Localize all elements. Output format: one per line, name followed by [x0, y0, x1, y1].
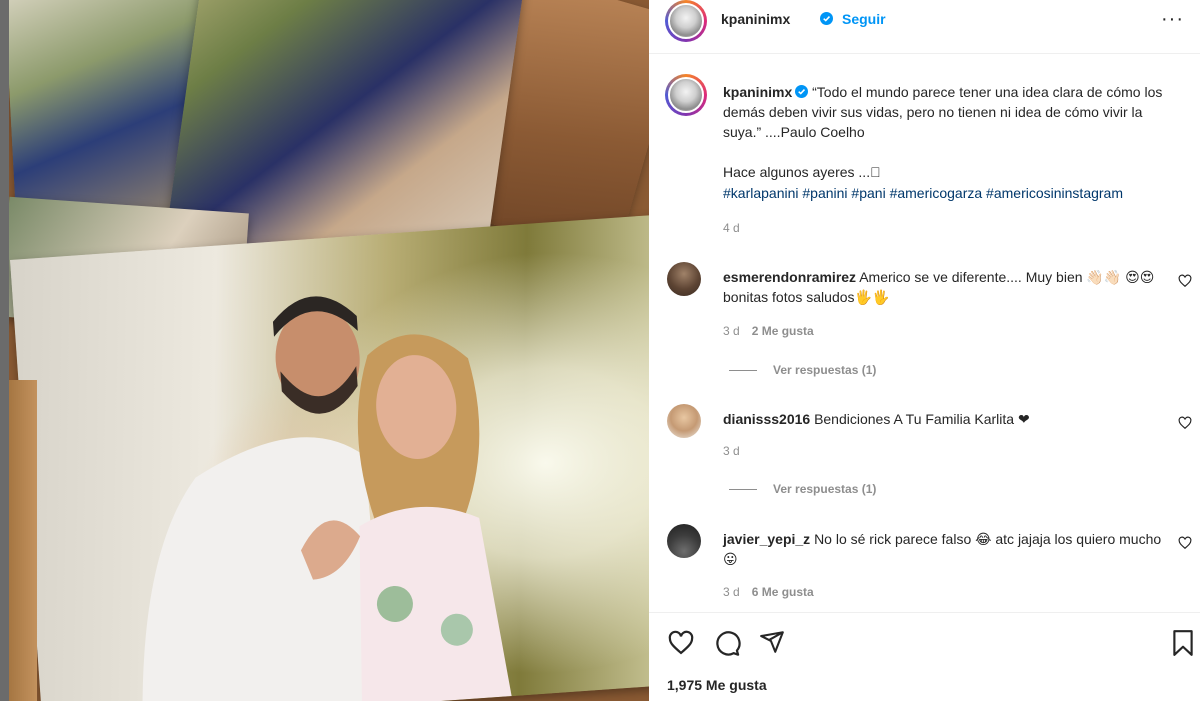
comment-meta: 3 d [723, 444, 740, 458]
post-side-panel: kpaninimx Seguir ··· kpaninimx “Todo el … [649, 0, 1200, 701]
bookmark-icon[interactable] [1171, 629, 1195, 657]
commenter-username[interactable]: esmerendonramirez [723, 269, 856, 285]
caption-second-line: Hace algunos ayeres ...⃣ [723, 164, 881, 180]
author-avatar[interactable] [665, 0, 707, 42]
comment-like-heart-icon[interactable] [1178, 274, 1192, 288]
comment-body: esmerendonramirez Americo se ve diferent… [723, 267, 1163, 307]
share-icon[interactable] [759, 629, 785, 655]
caption-username[interactable]: kpaninimx [723, 84, 792, 100]
comment-like-heart-icon[interactable] [1178, 536, 1192, 550]
comment-text: Bendiciones A Tu Familia Karlita ❤ [814, 411, 1030, 427]
caption-text-block: kpaninimx “Todo el mundo parece tener un… [723, 82, 1183, 142]
heart-icon[interactable] [667, 629, 695, 657]
comment-body: dianisss2016 Bendiciones A Tu Familia Ka… [723, 409, 1163, 429]
comment-time[interactable]: 3 d [723, 324, 740, 338]
comment-body: javier_yepi_z No lo sé rick parece falso… [723, 529, 1163, 569]
comment-like-heart-icon[interactable] [1178, 416, 1192, 430]
comment-meta: 3 d 6 Me gusta [723, 585, 814, 599]
comment-icon[interactable] [713, 629, 741, 657]
caption-hashtags[interactable]: #karlapanini #panini #pani #americogarza… [723, 185, 1123, 201]
couple-illustration [142, 296, 512, 701]
commenter-username[interactable]: dianisss2016 [723, 411, 810, 427]
commenter-avatar[interactable] [667, 524, 701, 558]
comment-likes[interactable]: 2 Me gusta [752, 324, 814, 338]
follow-button[interactable]: Seguir [842, 11, 886, 27]
verified-badge-icon [795, 85, 809, 98]
photo-edge [9, 380, 37, 701]
author-username[interactable]: kpaninimx [721, 11, 790, 27]
comment-meta: 3 d 2 Me gusta [723, 324, 814, 338]
caption-author-avatar[interactable] [665, 74, 707, 116]
comment-likes[interactable]: 6 Me gusta [752, 585, 814, 599]
commenter-avatar[interactable] [667, 404, 701, 438]
commenter-username[interactable]: javier_yepi_z [723, 531, 810, 547]
comment-time[interactable]: 3 d [723, 585, 740, 599]
commenter-avatar[interactable] [667, 262, 701, 296]
more-options-icon[interactable]: ··· [1161, 8, 1184, 31]
post-likes-count[interactable]: 1,975 Me gusta [667, 677, 767, 693]
left-scrollbar[interactable] [0, 0, 9, 701]
post-action-bar: 1,975 Me gusta [649, 612, 1200, 701]
photo-print-couple-main [10, 214, 649, 701]
view-replies-button[interactable]: Ver respuestas (1) [729, 482, 876, 496]
caption-time[interactable]: 4 d [723, 221, 740, 235]
comment-time[interactable]: 3 d [723, 444, 740, 458]
post-photo[interactable] [0, 0, 649, 701]
view-replies-button[interactable]: Ver respuestas (1) [729, 363, 876, 377]
post-header: kpaninimx Seguir ··· [649, 0, 1200, 54]
verified-badge-icon [820, 12, 833, 25]
